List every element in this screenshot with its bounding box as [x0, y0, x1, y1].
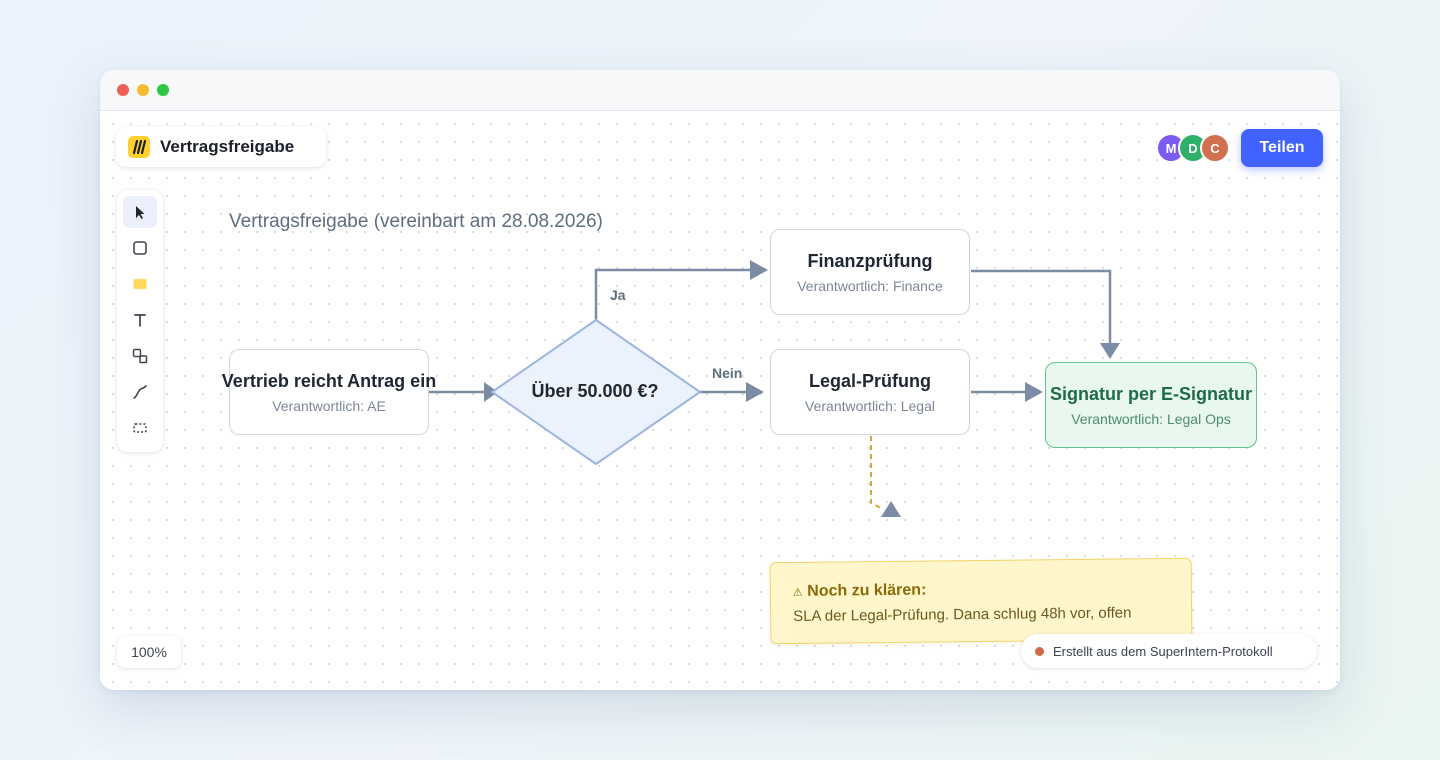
- square-icon: [133, 241, 147, 255]
- frame-icon: [133, 423, 147, 433]
- node-start[interactable]: Vertrieb reicht Antrag ein Verantwortlic…: [222, 349, 436, 435]
- arrowhead: [750, 260, 768, 280]
- diagram-heading[interactable]: Vertragsfreigabe (vereinbart am 28.08.20…: [229, 211, 603, 233]
- close-window-button[interactable]: [117, 84, 129, 96]
- shape-tool[interactable]: [123, 232, 157, 264]
- node-title: Vertrieb reicht Antrag ein: [221, 370, 437, 391]
- source-badge: Erstellt aus dem SuperIntern-Protokoll: [1021, 634, 1317, 668]
- cursor-icon: [136, 206, 145, 219]
- edge-legal-note: [870, 436, 884, 510]
- open-question-sticky-note[interactable]: ⚠ Noch zu klären: SLA der Legal-Prüfung.…: [769, 557, 1193, 645]
- pen-tool[interactable]: [123, 376, 157, 408]
- status-dot-icon: [1035, 646, 1044, 656]
- miro-logo-icon: [128, 136, 150, 158]
- node-finance[interactable]: Finanzprüfung Verantwortlich: Finance: [770, 229, 970, 315]
- source-label: Erstellt aus dem SuperIntern-Protokoll: [1053, 643, 1273, 659]
- pen-icon: [133, 385, 147, 399]
- edge-finance-signature: [971, 269, 1112, 343]
- select-tool[interactable]: [123, 196, 157, 228]
- arrowhead: [1025, 382, 1043, 402]
- note-text: SLA der Legal-Prüfung. Dana schlug 48h v…: [793, 604, 1132, 625]
- app-window: Vertragsfreigabe M D C Teilen Vertragsfr…: [100, 70, 1340, 690]
- arrowhead: [881, 501, 901, 517]
- node-title: Legal-Prüfung: [809, 370, 931, 391]
- node-title: Finanzprüfung: [807, 250, 933, 271]
- text-icon: [134, 314, 146, 327]
- shapes-tool[interactable]: [123, 340, 157, 372]
- arrowhead: [746, 382, 764, 402]
- edge-label-yes: Ja: [610, 287, 626, 303]
- node-subtitle: Verantwortlich: Finance: [797, 277, 943, 294]
- board-title-pill[interactable]: Vertragsfreigabe: [116, 127, 326, 167]
- note-title-text: Noch zu klären:: [807, 581, 927, 600]
- maximize-window-button[interactable]: [157, 84, 169, 96]
- node-legal[interactable]: Legal-Prüfung Verantwortlich: Legal: [770, 349, 970, 435]
- zoom-level[interactable]: 100%: [117, 636, 181, 668]
- note-title: ⚠ Noch zu klären:: [793, 582, 927, 601]
- collaborator-avatar[interactable]: C: [1200, 133, 1230, 163]
- text-tool[interactable]: [123, 304, 157, 336]
- share-button[interactable]: Teilen: [1241, 129, 1323, 167]
- minimize-window-button[interactable]: [137, 84, 149, 96]
- sticky-note-icon: [133, 279, 147, 289]
- frame-tool[interactable]: [123, 412, 157, 444]
- title-bar: [100, 70, 1340, 111]
- tool-palette: [117, 190, 163, 452]
- warning-icon: ⚠: [792, 586, 803, 599]
- node-subtitle: Verantwortlich: AE: [272, 397, 386, 414]
- node-subtitle: Verantwortlich: Legal Ops: [1071, 410, 1231, 427]
- sticky-note-tool[interactable]: [123, 268, 157, 300]
- edge-label-no: Nein: [712, 365, 743, 381]
- board-name: Vertragsfreigabe: [160, 137, 295, 156]
- node-subtitle: Verantwortlich: Legal: [805, 397, 935, 414]
- node-signature[interactable]: Signatur per E-Signatur Verantwortlich: …: [1045, 362, 1257, 448]
- board-canvas[interactable]: Vertragsfreigabe M D C Teilen Vertragsfr…: [100, 111, 1340, 690]
- node-title: Signatur per E-Signatur: [1049, 383, 1253, 404]
- arrowhead: [1100, 343, 1120, 359]
- decision-title[interactable]: Über 50.000 €?: [495, 381, 695, 402]
- shapes-icon: [132, 348, 148, 364]
